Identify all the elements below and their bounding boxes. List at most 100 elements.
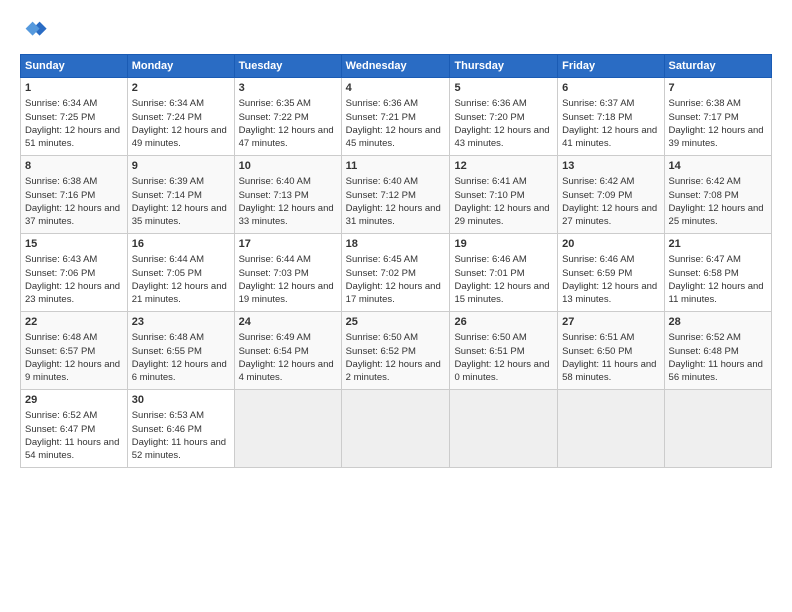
sunrise-text: Sunrise: 6:50 AM — [454, 332, 526, 343]
day-number: 3 — [239, 81, 337, 96]
day-number: 25 — [346, 315, 446, 330]
sunset-text: Sunset: 6:46 PM — [132, 424, 202, 435]
daylight-text: Daylight: 12 hours and 43 minutes. — [454, 125, 549, 149]
daylight-text: Daylight: 12 hours and 37 minutes. — [25, 203, 120, 227]
calendar-cell: 20Sunrise: 6:46 AMSunset: 6:59 PMDayligh… — [558, 234, 664, 312]
sunset-text: Sunset: 6:47 PM — [25, 424, 95, 435]
sunset-text: Sunset: 7:10 PM — [454, 190, 524, 201]
sunset-text: Sunset: 6:48 PM — [669, 346, 739, 357]
sunset-text: Sunset: 6:50 PM — [562, 346, 632, 357]
calendar-cell: 25Sunrise: 6:50 AMSunset: 6:52 PMDayligh… — [341, 312, 450, 390]
calendar-cell — [450, 390, 558, 468]
sunrise-text: Sunrise: 6:36 AM — [454, 98, 526, 109]
calendar-week-3: 15Sunrise: 6:43 AMSunset: 7:06 PMDayligh… — [21, 234, 772, 312]
calendar-cell: 2Sunrise: 6:34 AMSunset: 7:24 PMDaylight… — [127, 78, 234, 156]
sunset-text: Sunset: 6:55 PM — [132, 346, 202, 357]
sunrise-text: Sunrise: 6:46 AM — [454, 254, 526, 265]
calendar-cell: 30 Sunrise: 6:53 AM Sunset: 6:46 PM Dayligh… — [127, 390, 234, 468]
sunset-text: Sunset: 7:02 PM — [346, 268, 416, 279]
day-number: 30 — [132, 393, 230, 408]
day-number: 12 — [454, 159, 553, 174]
day-number: 16 — [132, 237, 230, 252]
sunset-text: Sunset: 7:21 PM — [346, 112, 416, 123]
sunset-text: Sunset: 7:05 PM — [132, 268, 202, 279]
sunset-text: Sunset: 7:09 PM — [562, 190, 632, 201]
header — [20, 16, 772, 44]
calendar-cell — [341, 390, 450, 468]
day-header-saturday: Saturday — [664, 55, 771, 78]
calendar-cell: 12Sunrise: 6:41 AMSunset: 7:10 PMDayligh… — [450, 156, 558, 234]
page: SundayMondayTuesdayWednesdayThursdayFrid… — [0, 0, 792, 478]
calendar-cell: 29Sunrise: 6:52 AMSunset: 6:47 PMDayligh… — [21, 390, 128, 468]
sunrise-text: Sunrise: 6:42 AM — [562, 176, 634, 187]
calendar-cell: 11Sunrise: 6:40 AMSunset: 7:12 PMDayligh… — [341, 156, 450, 234]
calendar-cell: 23Sunrise: 6:48 AMSunset: 6:55 PMDayligh… — [127, 312, 234, 390]
sunrise-text: Sunrise: 6:52 AM — [25, 410, 97, 421]
day-number: 9 — [132, 159, 230, 174]
day-number: 19 — [454, 237, 553, 252]
calendar-cell: 14Sunrise: 6:42 AMSunset: 7:08 PMDayligh… — [664, 156, 771, 234]
sunrise-text: Sunrise: 6:40 AM — [346, 176, 418, 187]
day-number: 28 — [669, 315, 767, 330]
daylight-text: Daylight: 12 hours and 27 minutes. — [562, 203, 657, 227]
calendar-cell: 21Sunrise: 6:47 AMSunset: 6:58 PMDayligh… — [664, 234, 771, 312]
daylight-text: Daylight: 12 hours and 2 minutes. — [346, 359, 441, 383]
daylight-text: Daylight: 12 hours and 35 minutes. — [132, 203, 227, 227]
daylight-text: Daylight: 12 hours and 31 minutes. — [346, 203, 441, 227]
day-number: 23 — [132, 315, 230, 330]
calendar-cell: 28Sunrise: 6:52 AMSunset: 6:48 PMDayligh… — [664, 312, 771, 390]
sunrise-text: Sunrise: 6:39 AM — [132, 176, 204, 187]
sunrise-text: Sunrise: 6:35 AM — [239, 98, 311, 109]
daylight-text: Daylight: 12 hours and 15 minutes. — [454, 281, 549, 305]
day-header-friday: Friday — [558, 55, 664, 78]
daylight-text: Daylight: 12 hours and 49 minutes. — [132, 125, 227, 149]
calendar-week-2: 8Sunrise: 6:38 AMSunset: 7:16 PMDaylight… — [21, 156, 772, 234]
sunset-text: Sunset: 7:14 PM — [132, 190, 202, 201]
daylight-text: Daylight: 12 hours and 29 minutes. — [454, 203, 549, 227]
daylight-text: Daylight: 12 hours and 0 minutes. — [454, 359, 549, 383]
day-number: 20 — [562, 237, 659, 252]
day-number: 15 — [25, 237, 123, 252]
day-number: 26 — [454, 315, 553, 330]
sunset-text: Sunset: 7:20 PM — [454, 112, 524, 123]
calendar-cell: 17Sunrise: 6:44 AMSunset: 7:03 PMDayligh… — [234, 234, 341, 312]
day-number: 21 — [669, 237, 767, 252]
sunset-text: Sunset: 6:51 PM — [454, 346, 524, 357]
daylight-text: Daylight: 11 hours and 52 minutes. — [132, 437, 226, 461]
daylight-text: Daylight: 12 hours and 9 minutes. — [25, 359, 120, 383]
sunset-text: Sunset: 7:18 PM — [562, 112, 632, 123]
sunset-text: Sunset: 6:57 PM — [25, 346, 95, 357]
day-number: 29 — [25, 393, 123, 408]
calendar-cell: 8Sunrise: 6:38 AMSunset: 7:16 PMDaylight… — [21, 156, 128, 234]
daylight-text: Daylight: 12 hours and 11 minutes. — [669, 281, 764, 305]
sunset-text: Sunset: 7:06 PM — [25, 268, 95, 279]
calendar-cell: 3Sunrise: 6:35 AMSunset: 7:22 PMDaylight… — [234, 78, 341, 156]
calendar-cell: 10Sunrise: 6:40 AMSunset: 7:13 PMDayligh… — [234, 156, 341, 234]
calendar-cell — [234, 390, 341, 468]
sunrise-text: Sunrise: 6:53 AM — [132, 410, 204, 421]
daylight-text: Daylight: 12 hours and 51 minutes. — [25, 125, 120, 149]
calendar-cell: 6Sunrise: 6:37 AMSunset: 7:18 PMDaylight… — [558, 78, 664, 156]
day-header-thursday: Thursday — [450, 55, 558, 78]
sunrise-text: Sunrise: 6:51 AM — [562, 332, 634, 343]
day-number: 11 — [346, 159, 446, 174]
day-number: 22 — [25, 315, 123, 330]
logo — [20, 16, 52, 44]
day-number: 18 — [346, 237, 446, 252]
day-number: 1 — [25, 81, 123, 96]
daylight-text: Daylight: 12 hours and 23 minutes. — [25, 281, 120, 305]
daylight-text: Daylight: 12 hours and 39 minutes. — [669, 125, 764, 149]
daylight-text: Daylight: 11 hours and 58 minutes. — [562, 359, 656, 383]
day-number: 5 — [454, 81, 553, 96]
daylight-text: Daylight: 12 hours and 25 minutes. — [669, 203, 764, 227]
calendar-cell — [664, 390, 771, 468]
calendar-cell: 26 Sunrise: 6:50 AM Sunset: 6:51 PM Dayligh… — [450, 312, 558, 390]
day-number: 2 — [132, 81, 230, 96]
day-header-tuesday: Tuesday — [234, 55, 341, 78]
sunrise-text: Sunrise: 6:38 AM — [669, 98, 741, 109]
calendar-cell: 18Sunrise: 6:45 AMSunset: 7:02 PMDayligh… — [341, 234, 450, 312]
day-header-wednesday: Wednesday — [341, 55, 450, 78]
day-number: 24 — [239, 315, 337, 330]
calendar-week-1: 1Sunrise: 6:34 AMSunset: 7:25 PMDaylight… — [21, 78, 772, 156]
daylight-text: Daylight: 12 hours and 4 minutes. — [239, 359, 334, 383]
